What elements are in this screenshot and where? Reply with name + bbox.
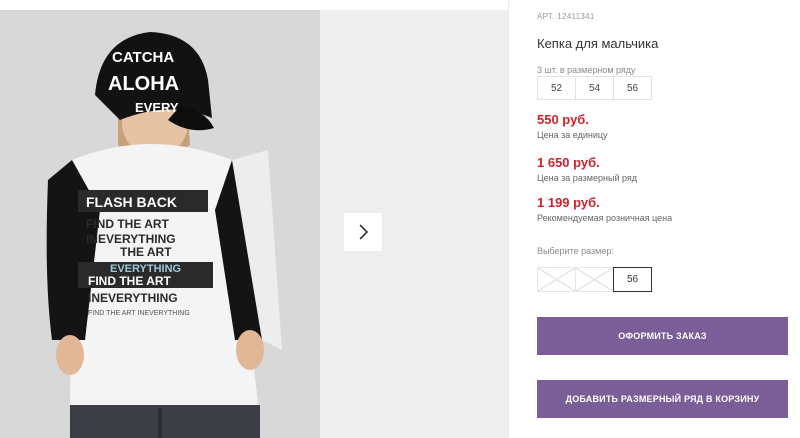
- cap-text-2: ALOHA: [108, 73, 179, 95]
- unit-price-label: Цена за единицу: [537, 130, 608, 140]
- cap-text-1: CATCHA: [112, 49, 174, 66]
- shirt-text-3: INEVERYTHING: [86, 232, 176, 246]
- pack-size-54: 54: [575, 76, 614, 100]
- product-gallery: CATCHA ALOHA EVERY FLASH BACK FIND THE A…: [0, 10, 508, 438]
- pack-label: 3 шт. в размерном ряду: [537, 65, 636, 75]
- order-button[interactable]: ОФОРМИТЬ ЗАКАЗ: [537, 317, 788, 355]
- shirt-text-8: FIND THE ART INEVERYTHING: [88, 310, 190, 317]
- pack-size-56: 56: [613, 76, 652, 100]
- size-option-52-unavailable[interactable]: [537, 267, 576, 292]
- crossed-out-icon: [538, 268, 575, 291]
- pack-sizes: 52 54 56: [537, 76, 652, 100]
- retail-price: 1 199 руб.: [537, 195, 600, 210]
- choose-size-label: Выберите размер:: [537, 246, 614, 256]
- article-number: АРТ. 12411341: [537, 12, 595, 21]
- shirt-text-6: FIND THE ART: [88, 274, 172, 288]
- size-option-56[interactable]: 56: [613, 267, 652, 292]
- shirt-text-4: THE ART: [120, 245, 172, 259]
- shirt-text-7: INEVERYTHING: [88, 291, 178, 305]
- unit-price: 550 руб.: [537, 112, 589, 127]
- retail-price-label: Рекомендуемая розничная цена: [537, 213, 673, 223]
- product-illustration: CATCHA ALOHA EVERY FLASH BACK FIND THE A…: [0, 10, 320, 438]
- shirt-text-1: FLASH BACK: [86, 194, 177, 210]
- product-info: АРТ. 12411341 Кепка для мальчика 3 шт. в…: [537, 0, 800, 438]
- add-pack-to-cart-button[interactable]: ДОБАВИТЬ РАЗМЕРНЫЙ РЯД В КОРЗИНУ: [537, 380, 788, 418]
- pack-size-52: 52: [537, 76, 576, 100]
- pack-price: 1 650 руб.: [537, 155, 600, 170]
- shirt-text-2: FIND THE ART: [86, 217, 170, 231]
- product-photo[interactable]: CATCHA ALOHA EVERY FLASH BACK FIND THE A…: [0, 10, 320, 438]
- size-selector: 56: [537, 267, 652, 292]
- size-option-54-unavailable[interactable]: [575, 267, 614, 292]
- product-title: Кепка для мальчика: [537, 36, 659, 51]
- next-image-button[interactable]: [344, 213, 382, 251]
- cap-text-3: EVERY: [135, 100, 179, 115]
- pack-price-label: Цена за размерный ряд: [537, 173, 638, 183]
- divider: [508, 0, 509, 438]
- chevron-right-icon: [359, 224, 369, 240]
- crossed-out-icon: [576, 268, 613, 291]
